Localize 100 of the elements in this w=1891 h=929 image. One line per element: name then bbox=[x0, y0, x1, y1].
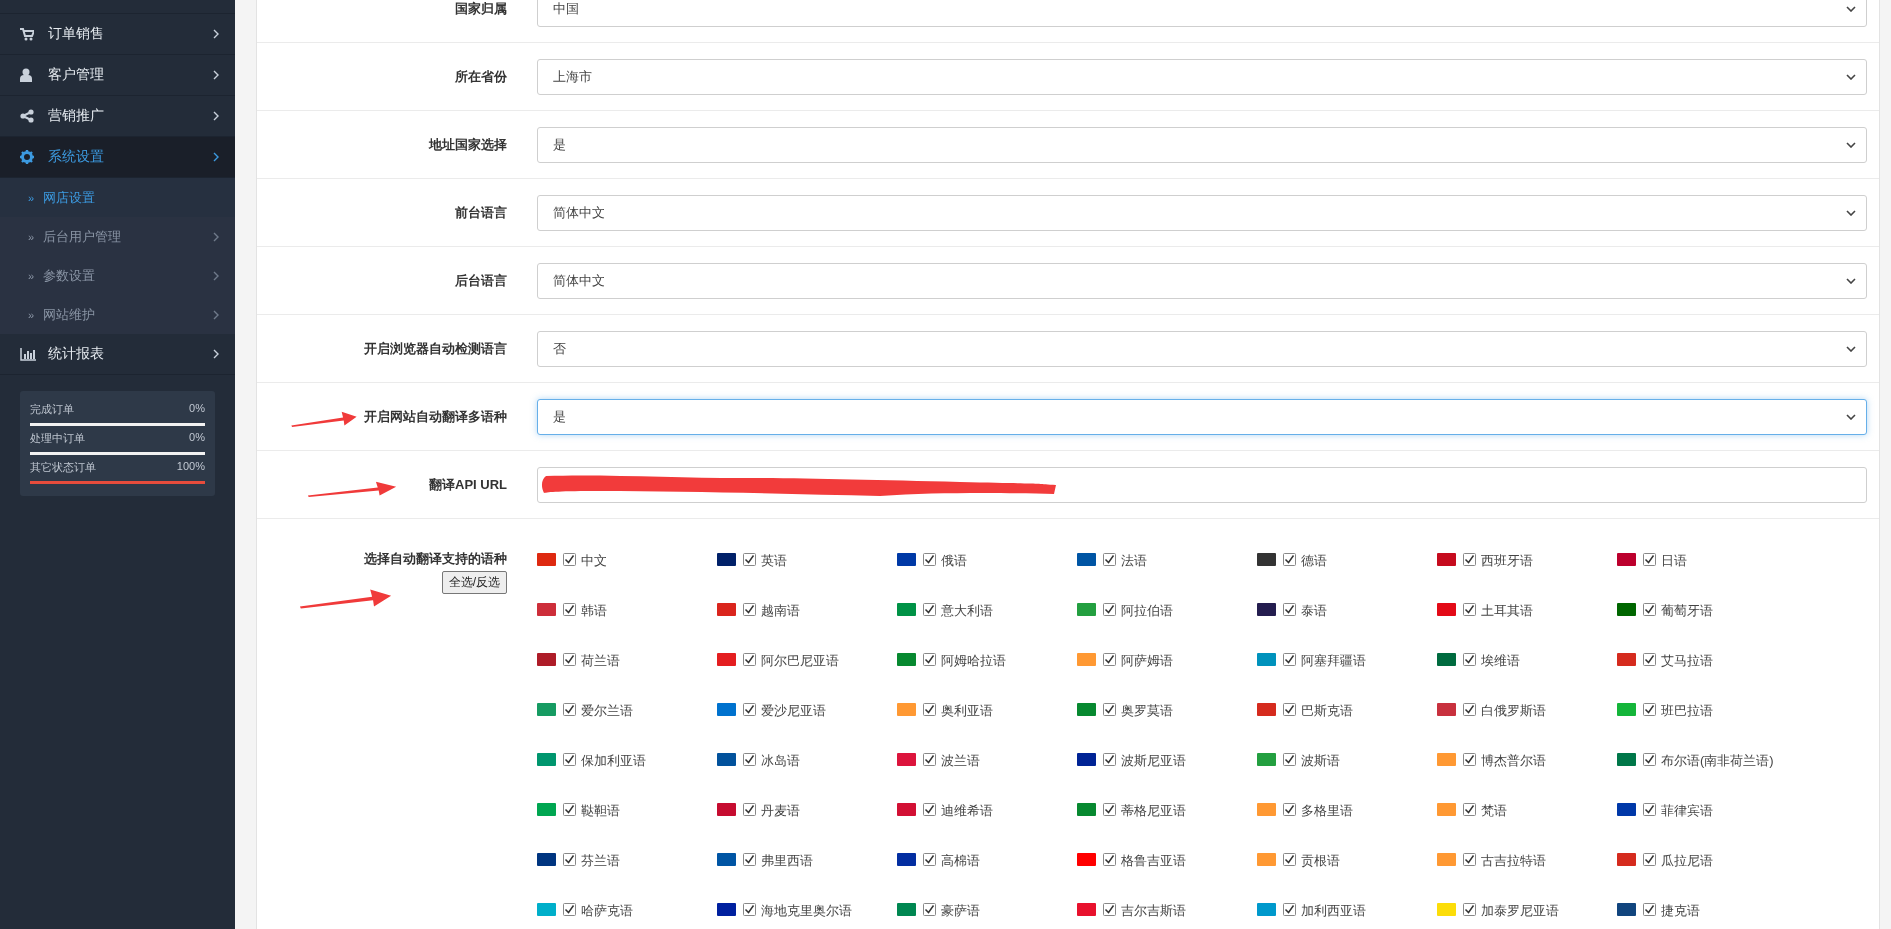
checkbox[interactable] bbox=[563, 753, 576, 766]
submenu-item[interactable]: » 参数设置 bbox=[0, 256, 235, 295]
language-label: 海地克里奥尔语 bbox=[761, 902, 852, 920]
checkbox[interactable] bbox=[1283, 553, 1296, 566]
checkbox[interactable] bbox=[1283, 853, 1296, 866]
language-label: 越南语 bbox=[761, 602, 800, 620]
settings-icon bbox=[20, 150, 34, 164]
language-label: 加泰罗尼亚语 bbox=[1481, 902, 1559, 920]
checkbox[interactable] bbox=[743, 903, 756, 916]
language-label: 西班牙语 bbox=[1481, 552, 1533, 570]
checkbox[interactable] bbox=[923, 753, 936, 766]
checkbox[interactable] bbox=[1283, 753, 1296, 766]
language-label: 鞑靼语 bbox=[581, 802, 620, 820]
field-label: 开启网站自动翻译多语种 bbox=[364, 408, 507, 424]
checkbox[interactable] bbox=[743, 853, 756, 866]
checkbox[interactable] bbox=[923, 653, 936, 666]
language-label: 加利西亚语 bbox=[1301, 902, 1366, 920]
chevron-icon bbox=[213, 29, 219, 39]
checkbox[interactable] bbox=[1103, 803, 1116, 816]
checkbox[interactable] bbox=[743, 553, 756, 566]
checkbox[interactable] bbox=[923, 803, 936, 816]
language-label: 多格里语 bbox=[1301, 802, 1353, 820]
checkbox[interactable] bbox=[1643, 653, 1656, 666]
language-label: 古吉拉特语 bbox=[1481, 852, 1546, 870]
checkbox[interactable] bbox=[1463, 553, 1476, 566]
checkbox[interactable] bbox=[1283, 803, 1296, 816]
checkbox[interactable] bbox=[1103, 603, 1116, 616]
sidebar-item[interactable]: 订单销售 bbox=[0, 14, 235, 55]
select-field[interactable]: 简体中文 bbox=[537, 194, 1867, 231]
chevron-down-icon bbox=[1846, 73, 1856, 80]
checkbox[interactable] bbox=[1463, 703, 1476, 716]
checkbox[interactable] bbox=[1463, 853, 1476, 866]
language-label: 波斯语 bbox=[1301, 752, 1340, 770]
select-all-button[interactable]: 全选/反选 bbox=[441, 571, 507, 594]
checkbox[interactable] bbox=[563, 903, 576, 916]
chevron-icon bbox=[213, 231, 219, 242]
checkbox[interactable] bbox=[923, 553, 936, 566]
checkbox[interactable] bbox=[743, 703, 756, 716]
checkbox[interactable] bbox=[1283, 703, 1296, 716]
checkbox[interactable] bbox=[923, 903, 936, 916]
checkbox[interactable] bbox=[743, 653, 756, 666]
checkbox[interactable] bbox=[1643, 803, 1656, 816]
checkbox[interactable] bbox=[1283, 603, 1296, 616]
sidebar-item[interactable]: 系统设置 bbox=[0, 137, 235, 178]
checkbox[interactable] bbox=[563, 603, 576, 616]
checkbox[interactable] bbox=[923, 853, 936, 866]
checkbox[interactable] bbox=[1643, 853, 1656, 866]
checkbox[interactable] bbox=[563, 653, 576, 666]
language-label: 迪维希语 bbox=[941, 802, 993, 820]
language-label: 爱沙尼亚语 bbox=[761, 702, 826, 720]
submenu-item[interactable]: » 后台用户管理 bbox=[0, 217, 235, 256]
checkbox[interactable] bbox=[743, 753, 756, 766]
checkbox[interactable] bbox=[1103, 753, 1116, 766]
checkbox[interactable] bbox=[1643, 703, 1656, 716]
input-field[interactable] bbox=[537, 466, 1867, 503]
language-label: 奥利亚语 bbox=[941, 702, 993, 720]
select-field[interactable]: 中国 bbox=[537, 0, 1867, 27]
checkbox[interactable] bbox=[1103, 553, 1116, 566]
field-label: 开启浏览器自动检测语言 bbox=[364, 340, 507, 356]
chevron-icon bbox=[213, 152, 219, 162]
language-label: 波兰语 bbox=[941, 752, 980, 770]
submenu-item[interactable]: » 网店设置 bbox=[0, 178, 235, 217]
checkbox[interactable] bbox=[563, 553, 576, 566]
checkbox[interactable] bbox=[1643, 553, 1656, 566]
language-label: 泰语 bbox=[1301, 602, 1327, 620]
field-label: 选择自动翻译支持的语种 bbox=[364, 550, 507, 568]
select-field[interactable]: 是 bbox=[537, 126, 1867, 163]
select-field[interactable]: 否 bbox=[537, 330, 1867, 367]
language-label: 博杰普尔语 bbox=[1481, 752, 1546, 770]
select-field[interactable]: 上海市 bbox=[537, 58, 1867, 95]
checkbox[interactable] bbox=[1643, 603, 1656, 616]
checkbox[interactable] bbox=[923, 703, 936, 716]
select-field[interactable]: 是 bbox=[537, 398, 1867, 435]
checkbox[interactable] bbox=[1283, 903, 1296, 916]
select-field[interactable]: 简体中文 bbox=[537, 262, 1867, 299]
language-label: 阿塞拜疆语 bbox=[1301, 652, 1366, 670]
submenu-item[interactable]: » 网站维护 bbox=[0, 295, 235, 334]
checkbox[interactable] bbox=[1643, 903, 1656, 916]
checkbox[interactable] bbox=[1463, 753, 1476, 766]
field-label: 后台语言 bbox=[455, 272, 507, 288]
checkbox[interactable] bbox=[1103, 653, 1116, 666]
language-label: 白俄罗斯语 bbox=[1481, 702, 1546, 720]
checkbox[interactable] bbox=[563, 803, 576, 816]
checkbox[interactable] bbox=[923, 603, 936, 616]
checkbox[interactable] bbox=[1103, 903, 1116, 916]
checkbox[interactable] bbox=[563, 703, 576, 716]
checkbox[interactable] bbox=[1463, 603, 1476, 616]
checkbox[interactable] bbox=[743, 803, 756, 816]
sidebar-item[interactable]: 客户管理 bbox=[0, 55, 235, 96]
checkbox[interactable] bbox=[743, 603, 756, 616]
checkbox[interactable] bbox=[563, 853, 576, 866]
checkbox[interactable] bbox=[1463, 803, 1476, 816]
checkbox[interactable] bbox=[1463, 653, 1476, 666]
checkbox[interactable] bbox=[1103, 853, 1116, 866]
checkbox[interactable] bbox=[1103, 703, 1116, 716]
checkbox[interactable] bbox=[1463, 903, 1476, 916]
checkbox[interactable] bbox=[1643, 753, 1656, 766]
sidebar-item[interactable]: 统计报表 bbox=[0, 334, 235, 375]
language-label: 法语 bbox=[1121, 552, 1147, 570]
checkbox[interactable] bbox=[1283, 653, 1296, 666]
